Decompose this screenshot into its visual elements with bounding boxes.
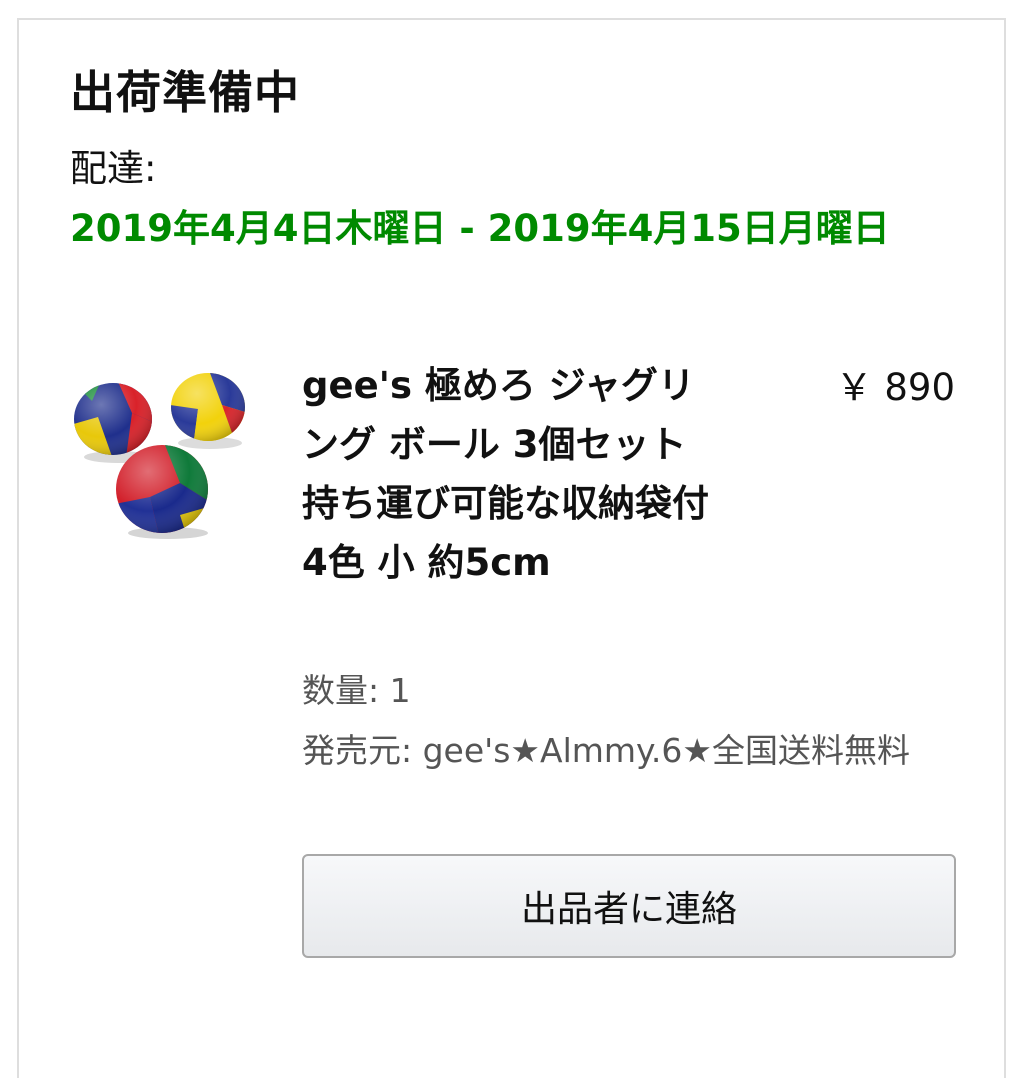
contact-seller-button[interactable]: 出品者に連絡 — [302, 854, 956, 958]
product-title-link[interactable]: gee's 極めろ ジャグリング ボール 3個セット持ち運び可能な収納袋付 4色… — [302, 356, 722, 592]
juggling-balls-image — [74, 373, 245, 539]
delivery-label: 配達: — [70, 147, 157, 190]
item-price: ￥ 890 — [835, 366, 955, 409]
item-quantity: 数量: 1 — [302, 671, 411, 710]
product-image[interactable] — [70, 365, 252, 540]
delivery-date-range: 2019年4月4日木曜日 - 2019年4月15日月曜日 — [70, 207, 890, 250]
order-status-title: 出荷準備中 — [70, 66, 301, 119]
seller-info: 発売元: gee's★Almmy.6★全国送料無料 — [302, 731, 910, 770]
